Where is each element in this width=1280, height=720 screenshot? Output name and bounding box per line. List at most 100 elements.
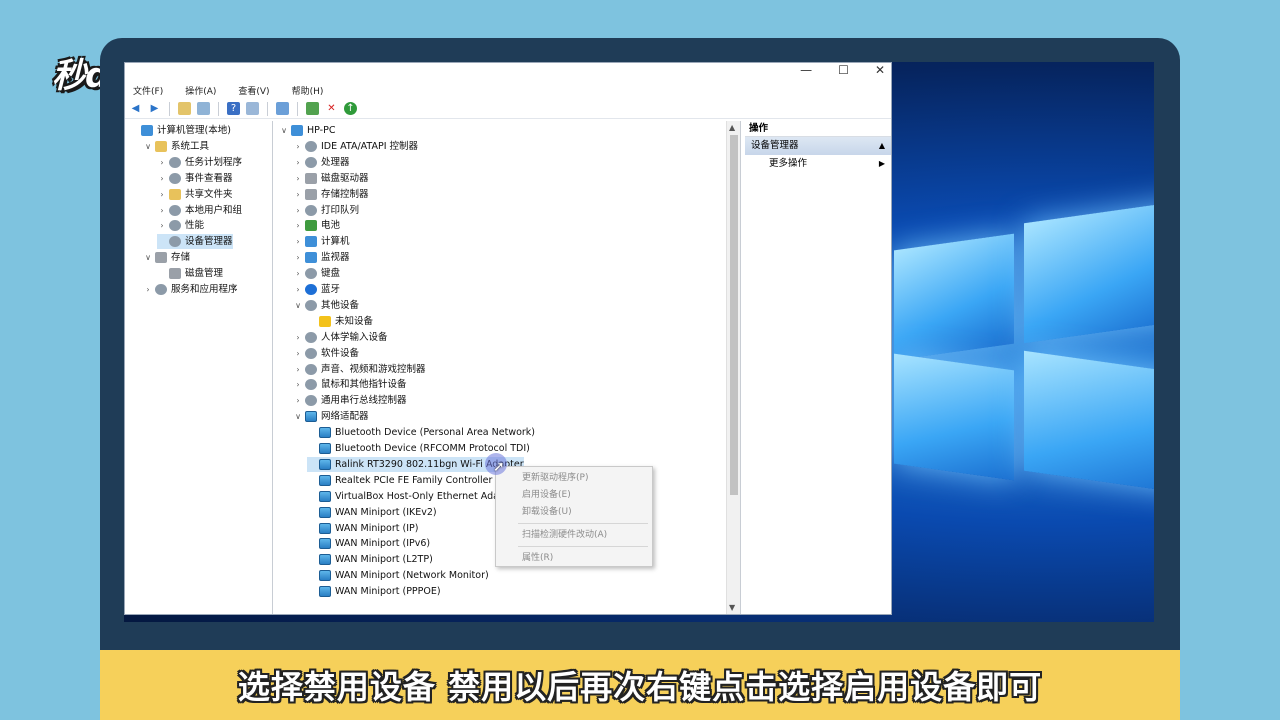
expand-toggle-icon[interactable]: ∨	[143, 139, 153, 154]
expand-toggle-icon[interactable]: ›	[293, 234, 303, 249]
tree-item[interactable]: › 键盘	[293, 266, 340, 281]
tree-item[interactable]: › 软件设备	[293, 346, 359, 361]
tree-item[interactable]: WAN Miniport (Network Monitor)	[307, 568, 489, 583]
tree-item-label: Realtek PCIe FE Family Controller	[335, 474, 493, 486]
tree-item[interactable]: › 本地用户和组	[157, 203, 242, 218]
tree-item[interactable]: 设备管理器	[157, 234, 233, 250]
ctx-properties[interactable]: 属性(R)	[522, 551, 553, 565]
maximize-button[interactable]: ☐	[838, 63, 849, 77]
view-icon[interactable]	[246, 102, 259, 115]
minimize-button[interactable]: —	[800, 63, 812, 77]
expand-toggle-icon[interactable]: ›	[157, 187, 167, 202]
expand-toggle-icon[interactable]: ›	[293, 187, 303, 202]
tree-item[interactable]: › 声音、视频和游戏控制器	[293, 362, 426, 377]
back-arrow-icon[interactable]: ◀	[129, 102, 142, 115]
tree-item-label: 事件查看器	[185, 172, 233, 184]
update-driver-icon[interactable]	[306, 102, 319, 115]
actions-header: 操作	[745, 121, 891, 137]
tree-item[interactable]: › 处理器	[293, 155, 350, 170]
tree-item[interactable]: Realtek PCIe FE Family Controller	[307, 473, 492, 488]
enable-icon[interactable]: ↑	[344, 102, 357, 115]
tree-item[interactable]: ∨ 网络适配器	[293, 409, 369, 424]
menu-action[interactable]: 操作(A)	[185, 85, 216, 99]
expand-toggle-icon[interactable]: ∨	[279, 123, 289, 138]
ctx-update-driver[interactable]: 更新驱动程序(P)	[522, 471, 588, 485]
expand-toggle-icon[interactable]: ›	[157, 171, 167, 186]
tree-item[interactable]: 未知设备	[307, 314, 373, 329]
tree-item[interactable]: ∨ 存储	[143, 250, 190, 265]
tree-item[interactable]: WAN Miniport (IPv6)	[307, 536, 430, 551]
expand-toggle-icon[interactable]: ›	[157, 203, 167, 218]
tree-item[interactable]: VirtualBox Host-Only Ethernet Adapter	[307, 489, 518, 504]
monitor-icon[interactable]	[276, 102, 289, 115]
expand-toggle-icon[interactable]: ›	[293, 346, 303, 361]
tree-item-label: 软件设备	[321, 347, 360, 359]
expand-toggle-icon[interactable]: ›	[293, 203, 303, 218]
tree-item[interactable]: › 鼠标和其他指针设备	[293, 377, 407, 392]
tree-item[interactable]: › 事件查看器	[157, 171, 233, 186]
tree-item[interactable]: › 监视器	[293, 250, 350, 265]
tree-item[interactable]: › 服务和应用程序	[143, 282, 238, 297]
actions-device-manager[interactable]: 设备管理器 ▲	[745, 137, 891, 155]
expand-toggle-icon[interactable]: ∨	[143, 250, 153, 265]
network-adapter-icon	[319, 538, 331, 550]
tree-item[interactable]: › 电池	[293, 218, 340, 233]
menu-view[interactable]: 查看(V)	[238, 85, 269, 99]
expand-toggle-icon[interactable]: ›	[293, 362, 303, 377]
tree-item[interactable]: ∨ 其他设备	[293, 298, 359, 313]
tree-item[interactable]: › 通用串行总线控制器	[293, 393, 407, 408]
windows-logo-icon	[894, 182, 1154, 522]
expand-toggle-icon[interactable]: ›	[293, 393, 303, 408]
processor-icon	[305, 156, 317, 168]
expand-toggle-icon[interactable]: ›	[293, 330, 303, 345]
expand-toggle-icon[interactable]: ›	[293, 139, 303, 154]
tree-item[interactable]: › 计算机	[293, 234, 350, 249]
tree-item[interactable]: › 任务计划程序	[157, 155, 242, 170]
expand-toggle-icon[interactable]: ›	[293, 282, 303, 297]
tree-item[interactable]: › 磁盘驱动器	[293, 171, 369, 186]
menu-help[interactable]: 帮助(H)	[292, 85, 324, 99]
up-folder-icon[interactable]	[178, 102, 191, 115]
tree-item[interactable]: WAN Miniport (L2TP)	[307, 552, 433, 567]
show-hide-tree-icon[interactable]	[197, 102, 210, 115]
more-actions[interactable]: 更多操作 ▶	[745, 155, 891, 173]
tree-item[interactable]: › 蓝牙	[293, 282, 340, 297]
vertical-scrollbar[interactable]: ▲ ▼	[726, 121, 740, 614]
ctx-scan-hardware[interactable]: 扫描检测硬件改动(A)	[522, 528, 607, 542]
expand-toggle-icon[interactable]: ›	[293, 266, 303, 281]
help-icon[interactable]: ?	[227, 102, 240, 115]
expand-toggle-icon[interactable]: ∨	[293, 409, 303, 424]
forward-arrow-icon[interactable]: ▶	[148, 102, 161, 115]
tree-item[interactable]: › 性能	[157, 218, 204, 233]
expand-toggle-icon[interactable]: ∨	[293, 298, 303, 313]
collapse-icon[interactable]: ▲	[879, 137, 885, 155]
expand-toggle-icon[interactable]: ›	[293, 155, 303, 170]
tree-item[interactable]: 计算机管理(本地)	[129, 123, 231, 138]
tree-item[interactable]: › 共享文件夹	[157, 187, 233, 202]
tree-item[interactable]: › 存储控制器	[293, 187, 369, 202]
expand-toggle-icon[interactable]: ›	[293, 218, 303, 233]
expand-toggle-icon[interactable]: ›	[157, 218, 167, 233]
tree-item[interactable]: › IDE ATA/ATAPI 控制器	[293, 139, 418, 154]
tree-item[interactable]: WAN Miniport (PPPOE)	[307, 584, 441, 599]
tree-item[interactable]: 磁盘管理	[157, 266, 223, 281]
scrollbar-thumb[interactable]	[730, 135, 738, 495]
expand-toggle-icon[interactable]: ›	[293, 250, 303, 265]
tree-item[interactable]: › 打印队列	[293, 203, 359, 218]
expand-toggle-icon[interactable]: ›	[293, 171, 303, 186]
tree-item[interactable]: Bluetooth Device (Personal Area Network)	[307, 425, 535, 440]
ctx-enable-device[interactable]: 启用设备(E)	[522, 488, 571, 502]
expand-toggle-icon[interactable]: ›	[157, 155, 167, 170]
tree-item[interactable]: WAN Miniport (IKEv2)	[307, 505, 437, 520]
network-adapter-icon	[319, 490, 331, 502]
expand-toggle-icon[interactable]: ›	[143, 282, 153, 297]
menu-file[interactable]: 文件(F)	[133, 85, 163, 99]
tree-item[interactable]: ∨ HP-PC	[279, 123, 335, 138]
uninstall-icon[interactable]: ✕	[325, 102, 338, 115]
tree-item[interactable]: ∨ 系统工具	[143, 139, 209, 154]
tree-item[interactable]: › 人体学输入设备	[293, 330, 388, 345]
close-button[interactable]: ✕	[875, 63, 885, 77]
tree-item[interactable]: WAN Miniport (IP)	[307, 521, 418, 536]
ctx-uninstall-device[interactable]: 卸载设备(U)	[522, 505, 572, 519]
expand-toggle-icon[interactable]: ›	[293, 377, 303, 392]
